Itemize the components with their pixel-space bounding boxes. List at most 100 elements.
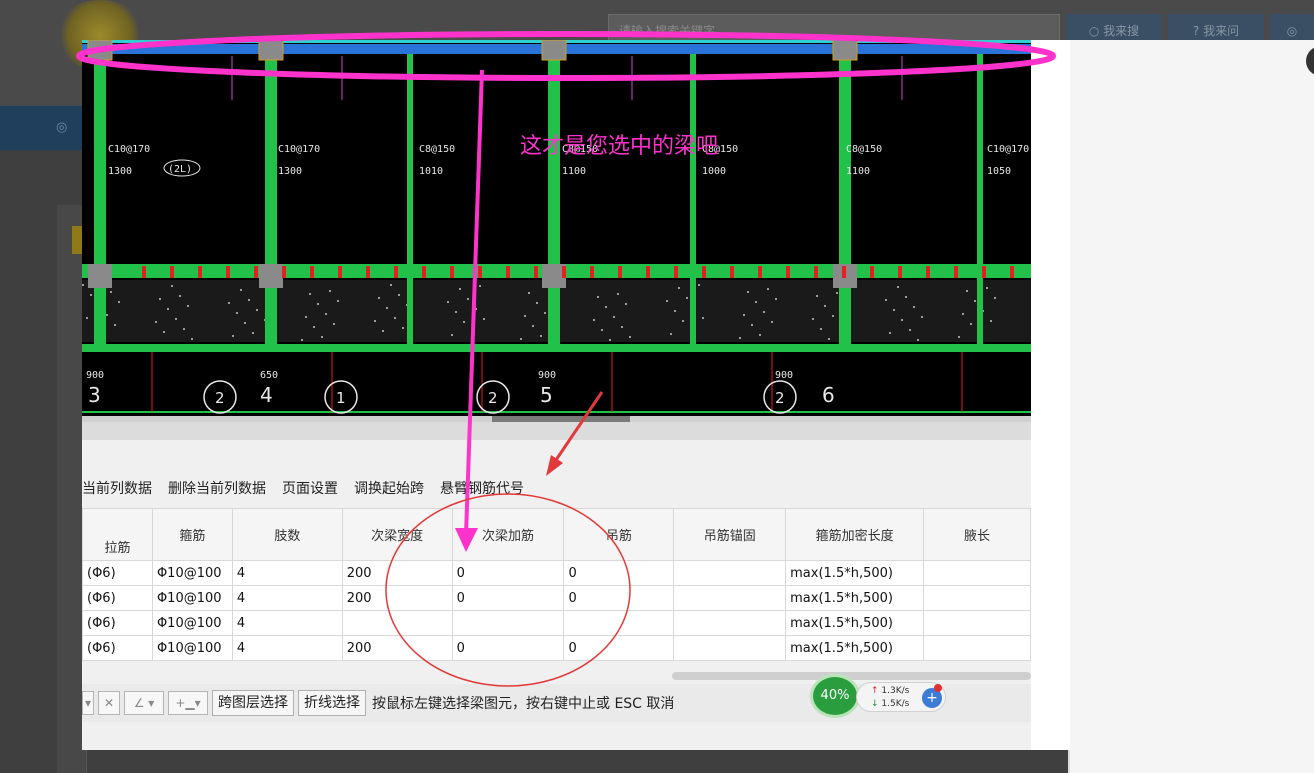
length-label: 1010 bbox=[419, 166, 443, 177]
column-header[interactable]: 吊筋 bbox=[563, 508, 675, 561]
cross-select-icon[interactable]: ✕ bbox=[98, 691, 120, 715]
table-cell[interactable] bbox=[923, 560, 1031, 586]
annotation-label: 这才是您选中的梁吧 bbox=[520, 134, 719, 159]
dropdown-arrow-icon[interactable]: ▾ bbox=[82, 691, 94, 715]
table-cell[interactable] bbox=[923, 635, 1031, 661]
table-cell[interactable] bbox=[563, 610, 675, 636]
table-cell[interactable]: 200 bbox=[341, 560, 453, 586]
hatch-dot bbox=[175, 318, 177, 320]
hatch-dot bbox=[252, 332, 254, 334]
hatch-dot bbox=[325, 313, 327, 315]
hatch-dot bbox=[767, 288, 769, 290]
section-tag: 2 bbox=[488, 389, 498, 407]
table-cell[interactable] bbox=[451, 610, 565, 636]
table-cell[interactable]: 200 bbox=[341, 585, 453, 611]
rebar-tick bbox=[674, 266, 678, 278]
table-cell[interactable]: 0 bbox=[563, 585, 675, 611]
table-cell[interactable]: Φ10@100 bbox=[151, 585, 233, 611]
hatch-dot bbox=[763, 311, 765, 313]
hatch-dot bbox=[994, 297, 996, 299]
table-cell[interactable]: (Φ6) bbox=[82, 610, 153, 636]
hatch-dot bbox=[755, 301, 757, 303]
column-header[interactable]: 吊筋锚固 bbox=[673, 508, 787, 561]
column-header[interactable]: 次梁加筋 bbox=[451, 508, 565, 561]
rebar-tick bbox=[982, 266, 986, 278]
column-header[interactable]: 次梁宽度 bbox=[341, 508, 453, 561]
rebar-tick bbox=[898, 266, 902, 278]
hatch-dot bbox=[544, 312, 546, 314]
column-line bbox=[839, 54, 851, 344]
table-cell[interactable]: (Φ6) bbox=[82, 635, 153, 661]
table-cell[interactable] bbox=[673, 610, 787, 636]
hatch-dot bbox=[682, 320, 684, 322]
table-cell[interactable] bbox=[673, 560, 787, 586]
table-cell[interactable]: 4 bbox=[231, 610, 343, 636]
secondary-column-line bbox=[690, 54, 696, 344]
menu-item-page-setup[interactable]: 页面设置 bbox=[282, 478, 338, 498]
table-cell[interactable]: Φ10@100 bbox=[151, 610, 233, 636]
table-cell[interactable]: 4 bbox=[231, 560, 343, 586]
table-cell[interactable] bbox=[341, 610, 453, 636]
table-cell[interactable] bbox=[923, 585, 1031, 611]
hatch-dot bbox=[471, 331, 473, 333]
table-cell[interactable]: Φ10@100 bbox=[151, 560, 233, 586]
table-cell[interactable]: 200 bbox=[341, 635, 453, 661]
section-tag: 2 bbox=[215, 389, 225, 407]
menu-item-copy-column[interactable]: 当前列数据 bbox=[82, 478, 152, 498]
table-cell[interactable]: 0 bbox=[451, 635, 565, 661]
layer-select-button[interactable]: 跨图层选择 bbox=[212, 690, 294, 716]
download-speed: 1.5K/s bbox=[881, 699, 910, 709]
hatch-dot bbox=[191, 338, 193, 340]
column-header[interactable]: 腋长 bbox=[923, 508, 1031, 561]
table-cell[interactable] bbox=[673, 585, 787, 611]
table-cell[interactable]: 0 bbox=[451, 560, 565, 586]
table-cell[interactable]: 0 bbox=[451, 585, 565, 611]
axis-label: 5 bbox=[540, 383, 553, 407]
column-cap bbox=[541, 40, 567, 61]
hatch-dot bbox=[248, 299, 250, 301]
table-cell[interactable] bbox=[673, 635, 787, 661]
column-header[interactable]: 拉筋 bbox=[82, 508, 153, 561]
table-header-row: 拉筋 箍筋 肢数 次梁宽度 次梁加筋 吊筋 吊筋锚固 箍筋加密长度 腋长 bbox=[82, 508, 1031, 561]
hatch-dot bbox=[885, 299, 887, 301]
bottom-beam-band bbox=[82, 344, 1031, 352]
table-cell[interactable] bbox=[923, 610, 1031, 636]
rebar-tick bbox=[366, 266, 370, 278]
angle-select-icon[interactable]: ∠ ▾ bbox=[124, 691, 164, 715]
column-header[interactable]: 肢数 bbox=[231, 508, 343, 561]
hatch-dot bbox=[394, 317, 396, 319]
hatch-dot bbox=[621, 326, 623, 328]
cad-drawing: C10@170 C10@170 C8@150 C8@150 C8@150 C8@150 C1… bbox=[82, 40, 1031, 416]
hatch-dot bbox=[686, 297, 688, 299]
rebar-tick bbox=[534, 266, 538, 278]
column-header[interactable]: 箍筋 bbox=[151, 508, 233, 561]
table-cell[interactable]: (Φ6) bbox=[82, 585, 153, 611]
length-label: 1050 bbox=[987, 166, 1011, 177]
table-cell[interactable]: 4 bbox=[231, 585, 343, 611]
hatch-dot bbox=[836, 292, 838, 294]
menu-item-cantilever-code[interactable]: 悬臂钢筋代号 bbox=[440, 478, 524, 498]
point-select-icon[interactable]: +▁▾ bbox=[168, 691, 208, 715]
menu-item-swap-start-span[interactable]: 调换起始跨 bbox=[354, 478, 424, 498]
dimension-label: 900 bbox=[538, 370, 556, 381]
network-speed-widget[interactable]: 40% ↑ 1.3K/s ↓ 1.5K/s + bbox=[810, 674, 952, 718]
table-cell[interactable]: max(1.5*h,500) bbox=[785, 560, 925, 586]
table-cell[interactable]: 4 bbox=[231, 635, 343, 661]
hatch-dot bbox=[674, 310, 676, 312]
table-cell[interactable]: Φ10@100 bbox=[151, 635, 233, 661]
context-menu-bar: 当前列数据 删除当前列数据 页面设置 调换起始跨 悬臂钢筋代号 bbox=[82, 470, 540, 506]
table-cell[interactable]: max(1.5*h,500) bbox=[785, 635, 925, 661]
hatch-dot bbox=[917, 339, 919, 341]
hatch-dot bbox=[378, 297, 380, 299]
table-cell[interactable]: (Φ6) bbox=[82, 560, 153, 586]
column-header[interactable]: 箍筋加密长度 bbox=[785, 508, 925, 561]
polyline-select-button[interactable]: 折线选择 bbox=[298, 690, 366, 716]
hatch-dot bbox=[670, 333, 672, 335]
table-cell[interactable]: 0 bbox=[563, 635, 675, 661]
hatch-dot bbox=[986, 287, 988, 289]
table-cell[interactable]: max(1.5*h,500) bbox=[785, 610, 925, 636]
table-cell[interactable]: max(1.5*h,500) bbox=[785, 585, 925, 611]
rebar-tick bbox=[1010, 266, 1014, 278]
menu-item-delete-column[interactable]: 删除当前列数据 bbox=[168, 478, 266, 498]
table-cell[interactable]: 0 bbox=[563, 560, 675, 586]
